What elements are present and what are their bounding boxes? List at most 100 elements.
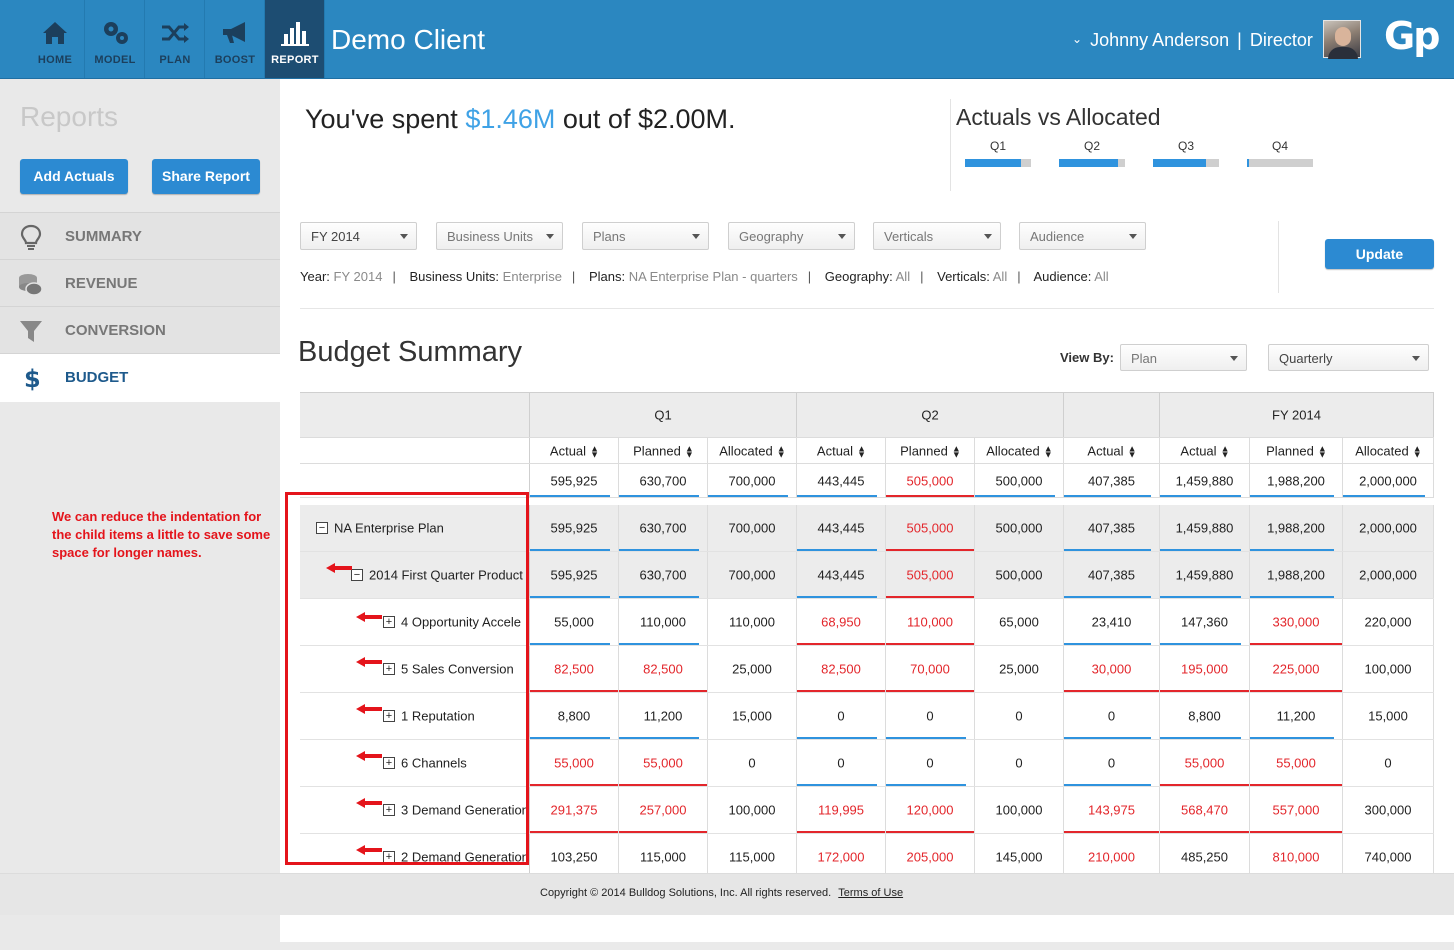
plans-select-value: Plans <box>593 229 626 244</box>
collapse-icon[interactable]: − <box>351 569 363 581</box>
quarter-bar-q1: Q1 <box>965 139 1031 167</box>
nav-home-button[interactable]: HOME <box>25 0 85 78</box>
column-header-label: Actual <box>549 443 587 458</box>
cell-value: 205,000 <box>906 849 954 865</box>
column-header-allocated[interactable]: Allocated ▲ ▼ <box>708 438 797 463</box>
expand-icon[interactable]: + <box>383 663 395 675</box>
add-actuals-button[interactable]: Add Actuals <box>20 159 128 194</box>
value-cell: 120,000 <box>886 787 975 833</box>
table-row[interactable]: − NA Enterprise Plan 595,925 630,700 700,000… <box>300 505 1434 552</box>
sidebar-item-revenue[interactable]: REVENUE <box>0 259 280 306</box>
cell-value: 15,000 <box>732 708 772 724</box>
cell-value: 100,000 <box>1364 661 1412 677</box>
view-by-select[interactable]: Plan <box>1120 344 1247 371</box>
cell-value: 82,500 <box>643 661 683 677</box>
cell-value: 0 <box>1015 708 1023 724</box>
column-header-actual[interactable]: Actual ▲ ▼ <box>797 438 886 463</box>
value-cell: 0 <box>975 740 1064 786</box>
logo[interactable]: Gp <box>1384 14 1440 58</box>
value-cell: 505,000 <box>886 552 975 598</box>
table-row[interactable]: +1 Reputation 8,800 11,200 15,000 0 0 0 0 8,800 1… <box>300 693 1434 740</box>
cell-underline <box>797 495 877 497</box>
cell-underline <box>1064 784 1151 786</box>
expand-icon[interactable]: + <box>383 757 395 769</box>
cell-underline <box>1250 831 1342 833</box>
sort-icon[interactable]: ▲ ▼ <box>1318 444 1327 459</box>
table-row[interactable]: +6 Channels 55,000 55,000 0 0 0 0 0 55,000 55,000… <box>300 740 1434 787</box>
cell-underline <box>797 690 885 692</box>
sort-icon[interactable]: ▲ ▼ <box>1413 444 1422 459</box>
nav-boost-button[interactable]: BOOST <box>205 0 265 78</box>
sort-icon[interactable]: ▲ ▼ <box>777 444 786 459</box>
cell-value: 0 <box>1384 755 1392 771</box>
table-row[interactable]: +4 Opportunity Accele 55,000 110,000 110,00… <box>300 599 1434 646</box>
sort-icon[interactable]: ▲ ▼ <box>857 444 866 459</box>
table-row[interactable]: +5 Sales Conversion 82,500 82,500 25,000 82,… <box>300 646 1434 693</box>
plans-select[interactable]: Plans <box>582 222 709 250</box>
quarter-bar-track <box>1153 159 1219 167</box>
column-header-planned[interactable]: Planned ▲ ▼ <box>1250 438 1343 463</box>
value-cell: 500,000 <box>975 505 1064 551</box>
period-select[interactable]: Quarterly <box>1268 344 1429 371</box>
column-header-actual[interactable]: Actual ▲ ▼ <box>530 438 619 463</box>
avatar[interactable] <box>1323 20 1361 59</box>
column-header-allocated[interactable]: Allocated ▲ ▼ <box>1343 438 1434 463</box>
cell-value: 115,000 <box>639 849 687 865</box>
value-cell: 700,000 <box>708 552 797 598</box>
sort-icon[interactable]: ▲ ▼ <box>590 444 599 459</box>
cell-value: 1,459,880 <box>1175 567 1234 583</box>
table-row[interactable]: +2 Demand Generation 103,250 115,000 115,00… <box>300 834 1434 873</box>
column-header-planned[interactable]: Planned ▲ ▼ <box>619 438 708 463</box>
cell-underline <box>1160 596 1241 598</box>
sort-icon[interactable]: ▲ ▼ <box>952 444 961 459</box>
sidebar-item-conversion[interactable]: CONVERSION <box>0 306 280 353</box>
total-cell: 2,000,000 <box>1343 464 1434 497</box>
terms-of-use-link[interactable]: Terms of Use <box>838 887 903 899</box>
sidebar-item-budget[interactable]: $ BUDGET <box>0 353 280 402</box>
group-header-label: Q2 <box>921 407 939 423</box>
expand-icon[interactable]: + <box>383 851 395 863</box>
year-select[interactable]: FY 2014 <box>300 222 417 250</box>
audience-select[interactable]: Audience <box>1019 222 1146 250</box>
expand-icon[interactable]: + <box>383 710 395 722</box>
audience-select-value: Audience <box>1030 229 1085 244</box>
cell-underline <box>886 690 974 692</box>
actuals-vs-allocated-title: Actuals vs Allocated <box>956 104 1161 130</box>
share-report-button[interactable]: Share Report <box>152 159 260 194</box>
user-menu[interactable]: ⌄ Johnny Anderson | Director <box>1072 30 1313 51</box>
sort-icon[interactable]: ▲ ▼ <box>685 444 694 459</box>
expand-icon[interactable]: + <box>383 804 395 816</box>
footer-text: Copyright © 2014 Bulldog Solutions, Inc.… <box>540 887 903 899</box>
cell-value: 500,000 <box>995 520 1043 536</box>
verticals-select[interactable]: Verticals <box>873 222 1001 250</box>
sort-icon[interactable]: ▲ ▼ <box>1128 444 1137 459</box>
expand-icon[interactable]: + <box>383 616 395 628</box>
column-header-actual[interactable]: Actual ▲ ▼ <box>1160 438 1250 463</box>
nav-plan-button[interactable]: PLAN <box>145 0 205 78</box>
column-header-allocated[interactable]: Allocated ▲ ▼ <box>975 438 1064 463</box>
cell-value: 557,000 <box>1272 802 1320 818</box>
sidebar-item-summary[interactable]: SUMMARY <box>0 212 280 259</box>
update-button[interactable]: Update <box>1325 239 1434 269</box>
dollar-icon: $ <box>24 365 41 391</box>
nav-report-button[interactable]: REPORT <box>265 0 325 78</box>
value-cell: 0 <box>1343 740 1434 786</box>
column-header-planned[interactable]: Planned ▲ ▼ <box>886 438 975 463</box>
group-header-label: Q1 <box>654 407 672 423</box>
value-cell: 82,500 <box>797 646 886 692</box>
nav-model-button[interactable]: MODEL <box>85 0 145 78</box>
value-cell: 147,360 <box>1160 599 1250 645</box>
geography-select[interactable]: Geography <box>728 222 855 250</box>
user-name: Johnny Anderson <box>1090 30 1230 50</box>
business-units-select[interactable]: Business Units <box>436 222 563 250</box>
sort-icon[interactable]: ▲ ▼ <box>1221 444 1230 459</box>
cell-value: 0 <box>1107 708 1116 724</box>
table-row[interactable]: +3 Demand Generation 291,375 257,000 100,00… <box>300 787 1434 834</box>
table-row[interactable]: −2014 First Quarter Product 595,925 630,70… <box>300 552 1434 599</box>
sort-icon[interactable]: ▲ ▼ <box>1044 444 1053 459</box>
row-name: 6 Channels <box>401 755 467 771</box>
value-cell: 30,000 <box>1064 646 1160 692</box>
collapse-icon[interactable]: − <box>316 522 328 534</box>
column-header-actual[interactable]: Actual ▲ ▼ <box>1064 438 1160 463</box>
cell-underline <box>797 549 877 551</box>
